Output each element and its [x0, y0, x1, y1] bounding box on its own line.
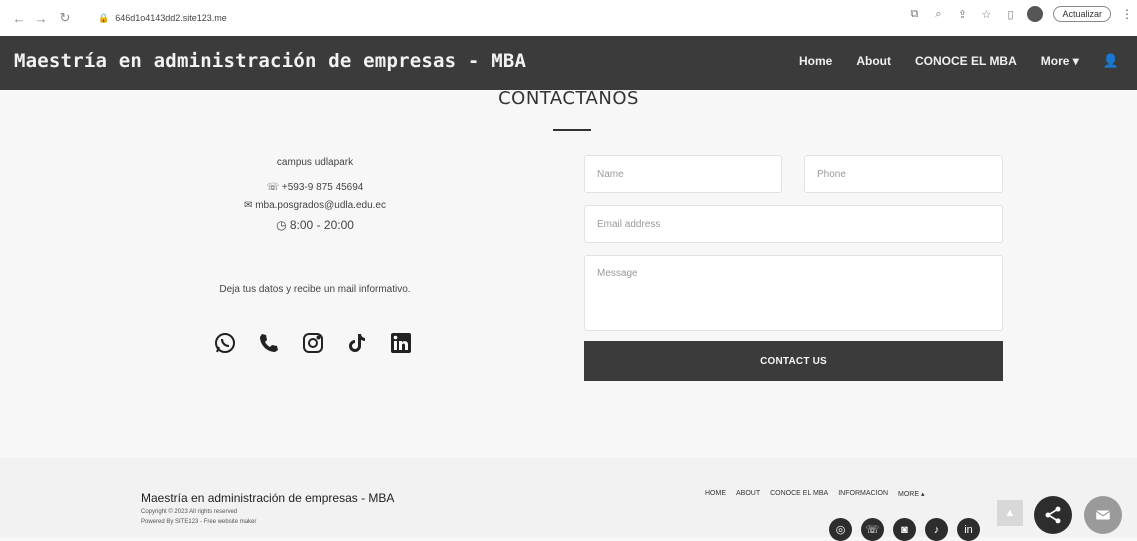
- instagram-icon[interactable]: [300, 330, 326, 356]
- footer-nav-informacion[interactable]: INFORMACION: [838, 490, 888, 498]
- footer-phone-icon[interactable]: ☏: [861, 518, 884, 541]
- section-title: CONTACTANOS: [498, 88, 639, 109]
- footer-linkedin-icon[interactable]: in: [957, 518, 980, 541]
- footer-instagram-icon[interactable]: ◙: [893, 518, 916, 541]
- share-icon[interactable]: ⇪: [955, 8, 969, 21]
- zoom-icon[interactable]: ⌕: [931, 8, 945, 21]
- campus-text: campus udlapark: [276, 157, 354, 168]
- name-input[interactable]: Name: [584, 155, 782, 193]
- message-textarea[interactable]: Message: [584, 255, 1003, 331]
- address-bar[interactable]: 🔒 646d1o4143dd2.site123.me: [98, 8, 618, 28]
- social-links: [212, 330, 414, 356]
- nav-about[interactable]: About: [856, 54, 891, 68]
- update-button[interactable]: Actualizar: [1053, 6, 1111, 22]
- site-nav: Home About CONOCE EL MBA More ▾ 👤: [799, 53, 1119, 69]
- share-icon: [1045, 506, 1061, 524]
- user-icon[interactable]: 👤: [1103, 53, 1119, 69]
- footer-powered-by[interactable]: Powered By SITE123 - Free website maker: [141, 519, 256, 525]
- footer-nav-home[interactable]: HOME: [705, 490, 726, 498]
- footer-nav: HOME ABOUT CONOCE EL MBA INFORMACION MOR…: [705, 490, 924, 498]
- phone-input[interactable]: Phone: [804, 155, 1003, 193]
- star-icon[interactable]: ☆: [979, 8, 993, 21]
- phone-text[interactable]: +593-9 875 45694: [282, 182, 363, 193]
- footer-nav-about[interactable]: ABOUT: [736, 490, 760, 498]
- title-divider: [553, 129, 591, 131]
- scroll-to-top-button[interactable]: ▲: [997, 500, 1023, 526]
- forward-icon[interactable]: →: [32, 9, 50, 27]
- footer-title: Maestría en administración de empresas -…: [141, 491, 395, 505]
- site-footer: Maestría en administración de empresas -…: [0, 458, 1137, 541]
- browser-toolbar: ← → ↻ 🔒 646d1o4143dd2.site123.me ⧉ ⌕ ⇪ ☆…: [0, 0, 1137, 36]
- footer-copyright: Copyright © 2023 All rights reserved: [141, 509, 238, 515]
- mail-fab[interactable]: [1084, 496, 1122, 534]
- hours-text: 8:00 - 20:00: [289, 218, 354, 232]
- footer-whatsapp-icon[interactable]: ◎: [829, 518, 852, 541]
- clock-icon: ◷: [276, 218, 290, 232]
- sidepanel-icon[interactable]: ▯: [1003, 8, 1017, 21]
- browser-actions: ⧉ ⌕ ⇪ ☆ ▯ Actualizar ⋮: [907, 6, 1133, 22]
- lock-icon: 🔒: [98, 12, 110, 23]
- footer-nav-conoce-mba[interactable]: CONOCE EL MBA: [770, 490, 828, 498]
- share-fab[interactable]: [1034, 496, 1072, 534]
- contact-us-button[interactable]: CONTACT US: [584, 341, 1003, 381]
- phone-icon: ☏: [266, 182, 282, 193]
- nav-home[interactable]: Home: [799, 54, 832, 68]
- phone-icon[interactable]: [256, 330, 282, 356]
- reload-icon[interactable]: ↻: [56, 9, 74, 27]
- whatsapp-icon[interactable]: [212, 330, 238, 356]
- email-input[interactable]: Email address: [584, 205, 1003, 243]
- hours-info: ◷ 8:00 - 20:00: [180, 218, 450, 232]
- cta-text: Deja tus datos y recibe un mail informat…: [219, 284, 411, 295]
- footer-nav-more[interactable]: MORE ▴: [898, 490, 924, 498]
- footer-tiktok-icon[interactable]: ♪: [925, 518, 948, 541]
- envelope-icon: [1095, 510, 1111, 520]
- profile-avatar[interactable]: [1027, 6, 1044, 22]
- email-text[interactable]: mba.posgrados@udla.edu.ec: [255, 200, 386, 211]
- site-title[interactable]: Maestría en administración de empresas -…: [14, 50, 526, 72]
- back-icon[interactable]: ←: [10, 9, 28, 27]
- linkedin-icon[interactable]: [388, 330, 414, 356]
- phone-info: ☏ +593-9 875 45694: [180, 182, 450, 193]
- nav-conoce-mba[interactable]: CONOCE EL MBA: [915, 54, 1017, 68]
- site-header: Maestría en administración de empresas -…: [0, 36, 1137, 90]
- nav-more[interactable]: More ▾: [1041, 54, 1079, 68]
- email-info: ✉ mba.posgrados@udla.edu.ec: [180, 200, 450, 211]
- menu-kebab-icon[interactable]: ⋮: [1121, 7, 1133, 21]
- footer-social-links: ◎ ☏ ◙ ♪ in: [829, 518, 980, 541]
- mail-icon: ✉: [244, 200, 256, 211]
- translate-icon[interactable]: ⧉: [907, 8, 921, 21]
- url-text: 646d1o4143dd2.site123.me: [115, 13, 227, 23]
- tiktok-icon[interactable]: [344, 330, 370, 356]
